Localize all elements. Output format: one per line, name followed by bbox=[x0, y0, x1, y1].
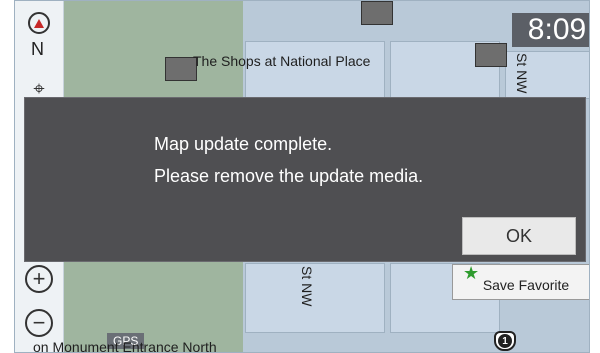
save-favorite-label: Save Favorite bbox=[482, 277, 570, 293]
building-icon bbox=[361, 1, 393, 25]
dialog-message-line1: Map update complete. bbox=[154, 134, 333, 154]
clock: 8:09 bbox=[512, 13, 589, 47]
street-label: St NW bbox=[514, 53, 530, 94]
dialog-message-line2: Please remove the update media. bbox=[154, 166, 424, 186]
compass-icon bbox=[28, 12, 50, 34]
zoom-in-icon: + bbox=[25, 265, 53, 293]
map-block bbox=[245, 263, 385, 333]
zoom-out-icon: − bbox=[25, 309, 53, 337]
compass-heading: N bbox=[31, 39, 44, 59]
zoom-out-button[interactable]: − bbox=[23, 307, 55, 339]
favorite-star-icon: ★ bbox=[463, 263, 480, 283]
update-complete-dialog: Map update complete. Please remove the u… bbox=[24, 97, 586, 262]
zoom-in-button[interactable]: + bbox=[23, 263, 55, 295]
compass-button[interactable] bbox=[23, 7, 55, 39]
route-shield-icon: 1 bbox=[494, 331, 516, 351]
route-number: 1 bbox=[498, 334, 512, 348]
poi-label-entrance: on Monument Entrance North bbox=[33, 339, 217, 353]
ok-button[interactable]: OK bbox=[462, 217, 576, 255]
street-label: St NW bbox=[299, 266, 315, 307]
save-favorite-button[interactable]: ★ Save Favorite bbox=[452, 263, 589, 300]
north-arrow-icon bbox=[34, 18, 44, 28]
map-block bbox=[245, 41, 385, 101]
building-icon bbox=[475, 43, 507, 67]
poi-label-shops: The Shops at National Place bbox=[193, 53, 371, 69]
